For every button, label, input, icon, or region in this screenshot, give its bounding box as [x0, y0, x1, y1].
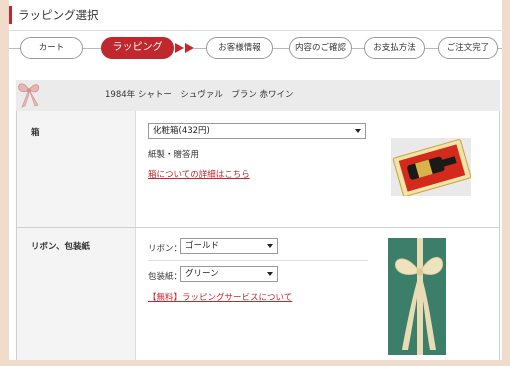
box-detail-link[interactable]: 箱についての詳細はこちら	[148, 168, 250, 180]
step-customer-info[interactable]: お客様情報	[206, 37, 273, 59]
paper-label: 包装紙：	[148, 272, 183, 282]
wrapping-service-link[interactable]: 【無料】ラッピングサービスについて	[148, 291, 292, 303]
title-divider	[9, 30, 502, 31]
step-complete[interactable]: ご注文完了	[438, 37, 498, 59]
label-column	[17, 111, 136, 360]
progress-connector	[273, 48, 289, 49]
step-confirm[interactable]: 内容のご確認	[289, 37, 352, 59]
box-select-value: 化粧箱(432円)	[153, 126, 210, 136]
ribbon-select[interactable]: ゴールド	[180, 238, 278, 254]
row-divider	[17, 227, 499, 228]
options-table: 箱 化粧箱(432円) 紙製・贈答用 箱についての詳細はこちら リボン、包装紙 …	[16, 111, 500, 360]
wrap-row-label: リボン、包装紙	[31, 242, 90, 252]
step-payment[interactable]: お支払方法	[364, 37, 425, 59]
box-row-label: 箱	[31, 128, 40, 138]
chevron-down-icon	[267, 244, 273, 248]
product-header: 1984年 シャトー シュヴァル ブラン 赤ワイン	[16, 80, 500, 111]
field-divider	[148, 260, 368, 261]
green-wrapping-image	[388, 238, 446, 355]
progress-connector	[194, 48, 206, 49]
ribbon-bow-icon	[18, 83, 40, 108]
chevron-down-icon	[355, 129, 361, 133]
chevron-down-icon	[267, 272, 273, 276]
step-cart[interactable]: カート	[20, 37, 83, 59]
box-select[interactable]: 化粧箱(432円)	[148, 123, 366, 139]
paper-select[interactable]: グリーン	[180, 266, 278, 282]
page-title: ラッピング選択	[9, 6, 99, 24]
arrow-icon	[185, 43, 194, 53]
box-material: 紙製・贈答用	[148, 150, 200, 160]
progress-connector	[352, 48, 364, 49]
paper-select-value: グリーン	[185, 269, 219, 279]
step-wrapping[interactable]: ラッピング	[101, 37, 174, 59]
wrapping-panel: ラッピング選択 カート ラッピング お客様情報 内容のご確認 お支払方法 ご注文…	[9, 0, 502, 360]
arrow-icon	[175, 43, 184, 53]
progress-connector	[425, 48, 439, 49]
progress-connector	[83, 48, 103, 49]
checkout-progress: カート ラッピング お客様情報 内容のご確認 お支払方法 ご注文完了	[9, 37, 502, 61]
product-name: 1984年 シャトー シュヴァル ブラン 赤ワイン	[105, 90, 294, 100]
gift-box-image	[391, 138, 471, 196]
ribbon-label: リボン：	[148, 244, 183, 254]
ribbon-select-value: ゴールド	[185, 241, 220, 251]
